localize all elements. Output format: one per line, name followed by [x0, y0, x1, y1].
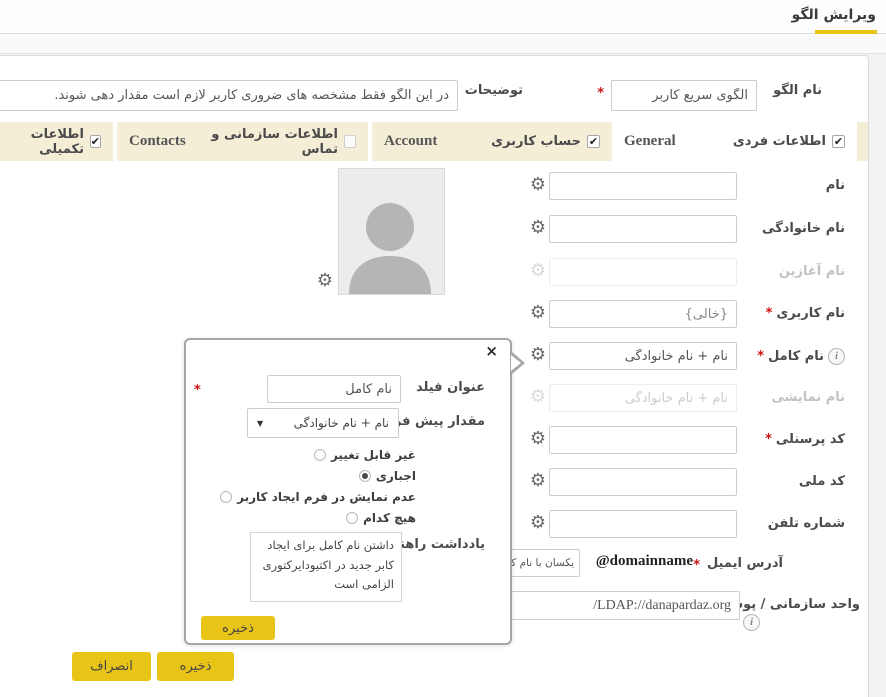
- tab-separator: [368, 122, 372, 161]
- gear-icon[interactable]: ⚙: [530, 176, 546, 194]
- field-row-lastname: ⚙ نام خانوادگی: [0, 215, 886, 243]
- required-asterisk: *: [757, 349, 764, 364]
- field-row-initials: ⚙ نام آغازین: [0, 258, 886, 286]
- gear-icon[interactable]: ⚙: [530, 430, 546, 448]
- save-button[interactable]: ذخیره: [157, 652, 234, 681]
- field-row-username: ⚙ نام کاربری *: [0, 300, 886, 328]
- tab-separator: [113, 122, 117, 161]
- radio-icon[interactable]: [220, 491, 232, 503]
- initials-label: نام آغازین: [779, 264, 845, 279]
- field-row-firstname: ⚙ نام: [0, 172, 886, 200]
- email-label: آدرس ایمیل: [707, 556, 783, 571]
- radio-required[interactable]: اجباری: [359, 465, 416, 486]
- lastname-label: نام خانوادگی: [762, 221, 845, 236]
- phone-input[interactable]: [549, 510, 737, 538]
- field-settings-popup: × عنوان فیلد * مقدار پیش فرض نام + نام خ…: [184, 338, 512, 645]
- username-input[interactable]: [549, 300, 737, 328]
- tab-account[interactable]: ✔ حساب کاربری Account: [372, 122, 612, 161]
- tab-contacts[interactable]: اطلاعات سازمانی و تماس Contacts: [117, 122, 368, 161]
- personnelcode-label: کد پرسنلی: [776, 432, 845, 447]
- description-input[interactable]: [0, 80, 458, 111]
- fullname-label: نام کامل: [768, 349, 824, 364]
- tab-additional[interactable]: ✔ اطلاعات تکمیلی: [0, 122, 113, 161]
- tab-general-label-en: General: [624, 133, 676, 150]
- default-value-select[interactable]: نام + نام خانوادگی ▼: [247, 408, 399, 438]
- help-note-textarea[interactable]: داشتن نام کامل برای ایجاد کابر جدید در ا…: [250, 532, 402, 602]
- firstname-input[interactable]: [549, 172, 737, 200]
- gear-icon[interactable]: ⚙: [530, 388, 546, 406]
- template-name-label: نام الگو: [773, 83, 822, 98]
- tab-contacts-checkbox[interactable]: [344, 135, 356, 148]
- info-icon[interactable]: i: [743, 614, 760, 631]
- email-domain-text: @domainname: [596, 553, 693, 570]
- radio-hide-in-form-label: عدم نمایش در فرم ایجاد کاربر: [237, 490, 416, 504]
- field-title-label: عنوان فیلد: [416, 380, 485, 395]
- tab-general[interactable]: ✔ اطلاعات فردی General: [612, 122, 857, 161]
- nationalcode-label: کد ملی: [799, 474, 845, 489]
- sub-bar: [0, 34, 886, 54]
- personnelcode-input[interactable]: [549, 426, 737, 454]
- tab-additional-checkbox[interactable]: ✔: [90, 135, 101, 148]
- radio-icon[interactable]: [314, 449, 326, 461]
- firstname-label: نام: [826, 178, 845, 193]
- tab-contacts-label-en: Contacts: [129, 133, 186, 150]
- radio-none[interactable]: هیچ کدام: [346, 507, 416, 528]
- gear-icon[interactable]: ⚙: [530, 514, 546, 532]
- username-label: نام کاربری: [776, 306, 845, 321]
- tab-contacts-label-fa: اطلاعات سازمانی و تماس: [186, 127, 338, 157]
- active-title-indicator: [815, 30, 877, 34]
- initials-input[interactable]: [549, 258, 737, 286]
- tab-additional-label-fa: اطلاعات تکمیلی: [0, 127, 84, 157]
- popup-save-button[interactable]: ذخیره: [201, 616, 275, 640]
- radio-readonly-label: غیر قابل تغییر: [331, 448, 416, 462]
- required-asterisk: *: [693, 558, 700, 573]
- cancel-button[interactable]: انصراف: [72, 652, 151, 681]
- gear-icon[interactable]: ⚙: [530, 262, 546, 280]
- displayname-input[interactable]: [549, 384, 737, 412]
- close-icon[interactable]: ×: [485, 342, 498, 360]
- tab-strip: ✔ اطلاعات فردی General ✔ حساب کاربری Acc…: [0, 122, 868, 161]
- field-mode-radios: غیر قابل تغییر اجباری عدم نمایش در فرم ا…: [220, 444, 416, 528]
- gear-icon[interactable]: ⚙: [530, 304, 546, 322]
- gear-icon[interactable]: ⚙: [530, 472, 546, 490]
- required-asterisk: *: [194, 383, 201, 398]
- fullname-input[interactable]: [549, 342, 737, 370]
- ou-label: واحد سازمانی / پوشه: [722, 597, 860, 612]
- gear-icon[interactable]: ⚙: [530, 346, 546, 364]
- ou-input[interactable]: [511, 591, 740, 620]
- email-input[interactable]: [502, 549, 580, 577]
- selected-option: نام + نام خانوادگی: [294, 416, 389, 430]
- description-label: توضیحات: [465, 83, 523, 98]
- gear-icon[interactable]: ⚙: [530, 219, 546, 237]
- radio-icon[interactable]: [346, 512, 358, 524]
- tab-account-label-en: Account: [384, 133, 437, 150]
- required-asterisk: *: [597, 86, 604, 101]
- radio-required-label: اجباری: [376, 469, 416, 483]
- radio-hide-in-form[interactable]: عدم نمایش در فرم ایجاد کاربر: [220, 486, 416, 507]
- tab-account-checkbox[interactable]: ✔: [587, 135, 600, 148]
- required-asterisk: *: [765, 432, 772, 447]
- lastname-input[interactable]: [549, 215, 737, 243]
- radio-none-label: هیچ کدام: [363, 511, 416, 525]
- required-asterisk: *: [766, 306, 773, 321]
- phone-label: شماره تلفن: [768, 516, 845, 531]
- popup-pointer: [511, 355, 521, 371]
- info-icon[interactable]: i: [828, 348, 845, 365]
- top-bar: [0, 0, 886, 34]
- tab-account-label-fa: حساب کاربری: [491, 134, 581, 149]
- radio-readonly[interactable]: غیر قابل تغییر: [314, 444, 416, 465]
- nationalcode-input[interactable]: [549, 468, 737, 496]
- template-name-input[interactable]: [611, 80, 757, 111]
- tab-general-label-fa: اطلاعات فردی: [733, 134, 826, 149]
- displayname-label: نام نمایشی: [771, 390, 845, 405]
- radio-icon[interactable]: [359, 470, 371, 482]
- tab-general-checkbox[interactable]: ✔: [832, 135, 845, 148]
- page-title: ویرایش الگو: [792, 7, 876, 23]
- edit-template-page: ویرایش الگو نام الگو * توضیحات ✔ اطلاعات…: [0, 0, 886, 697]
- field-title-input[interactable]: [267, 375, 401, 403]
- chevron-down-icon: ▼: [257, 419, 263, 428]
